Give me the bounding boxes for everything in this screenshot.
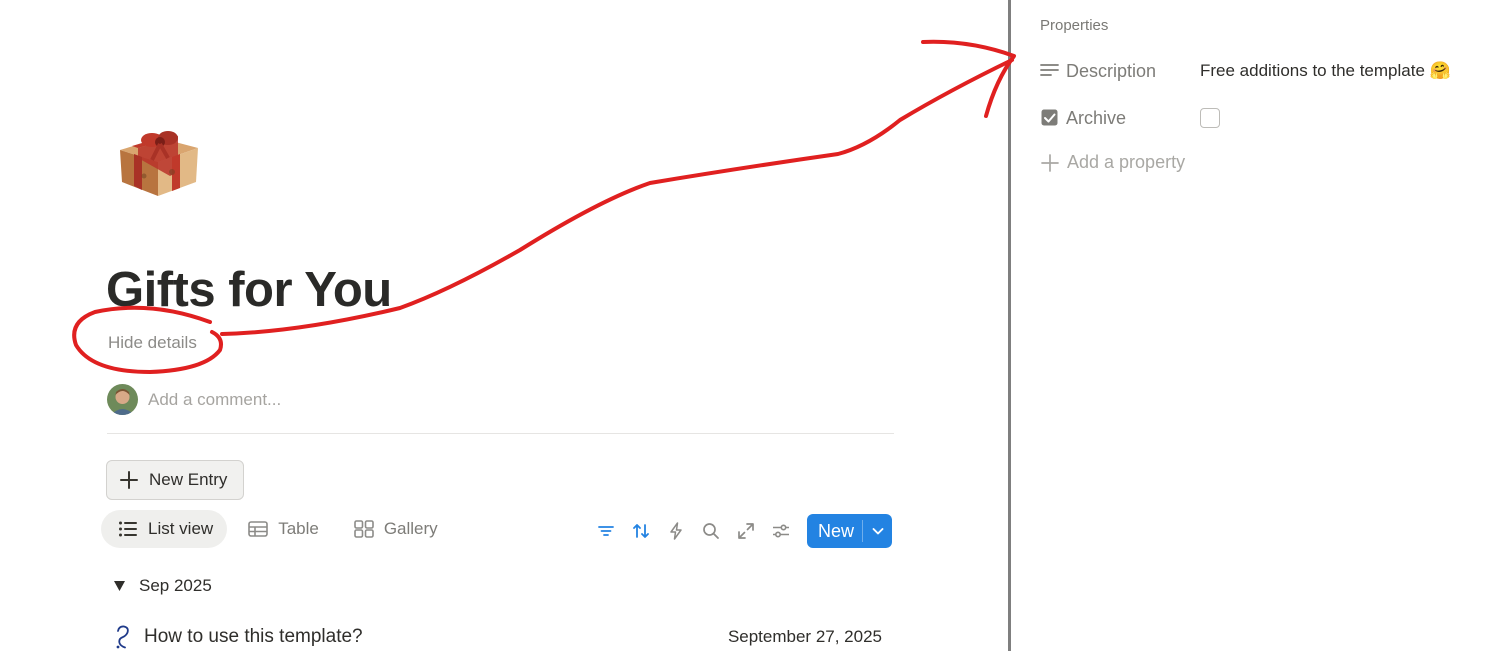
- properties-panel: Properties Description Free additions to…: [1011, 0, 1492, 651]
- new-entry-label: New Entry: [149, 470, 228, 489]
- archive-checkbox[interactable]: [1200, 108, 1220, 128]
- property-name: Description: [1066, 60, 1157, 81]
- tab-gallery[interactable]: Gallery: [337, 510, 452, 548]
- settings-icon[interactable]: [770, 520, 792, 542]
- gallery-icon: [354, 520, 374, 538]
- tab-label: Table: [278, 519, 319, 538]
- list-icon: [119, 521, 137, 537]
- property-description[interactable]: Description: [1040, 56, 1201, 86]
- description-value[interactable]: Free additions to the template 🤗: [1200, 61, 1451, 81]
- text-lines-icon: [1040, 61, 1060, 81]
- tab-table[interactable]: Table: [231, 510, 333, 548]
- plus-icon: [1041, 153, 1059, 172]
- hide-details-toggle[interactable]: Hide details: [108, 333, 197, 353]
- question-icon: [116, 625, 129, 649]
- property-name: Archive: [1066, 107, 1127, 128]
- group-label: Sep 2025: [139, 576, 212, 595]
- page-main: Gifts for You Hide details Add a comment…: [0, 0, 1008, 651]
- tab-label: List view: [148, 519, 214, 538]
- item-title: How to use this template?: [144, 626, 363, 647]
- sort-icon[interactable]: [630, 520, 652, 542]
- divider: [107, 433, 894, 434]
- checkbox-icon: [1040, 108, 1060, 128]
- list-item[interactable]: How to use this template? September 27, …: [112, 622, 887, 651]
- avatar: [107, 384, 138, 415]
- new-button: New: [807, 514, 892, 548]
- page-title[interactable]: Gifts for You: [106, 262, 392, 318]
- comment-input[interactable]: Add a comment...: [148, 390, 281, 410]
- tab-list-view[interactable]: List view: [101, 510, 228, 548]
- search-icon[interactable]: [700, 520, 722, 542]
- comment-row: Add a comment...: [107, 384, 281, 415]
- view-toolbar: [595, 518, 805, 544]
- chevron-down-icon: [872, 528, 883, 535]
- add-property-button[interactable]: Add a property: [1040, 152, 1185, 173]
- group-header[interactable]: Sep 2025: [113, 576, 212, 596]
- table-icon: [248, 521, 268, 537]
- new-button-dropdown[interactable]: [863, 514, 892, 548]
- properties-heading: Properties: [1040, 17, 1109, 34]
- new-entry-button[interactable]: New Entry: [106, 460, 244, 500]
- triangle-down-icon: [114, 581, 125, 591]
- property-archive[interactable]: Archive: [1040, 103, 1201, 133]
- gift-box-icon[interactable]: [112, 120, 204, 200]
- item-date: September 27, 2025: [727, 627, 882, 646]
- add-property-label: Add a property: [1067, 152, 1186, 172]
- view-tabs: List view Table Gallery: [101, 510, 456, 548]
- automation-icon[interactable]: [665, 520, 687, 542]
- tab-label: Gallery: [383, 519, 438, 538]
- expand-icon[interactable]: [735, 520, 757, 542]
- new-button-main[interactable]: New: [807, 514, 862, 548]
- filter-icon[interactable]: [595, 520, 617, 542]
- plus-icon: [120, 471, 138, 489]
